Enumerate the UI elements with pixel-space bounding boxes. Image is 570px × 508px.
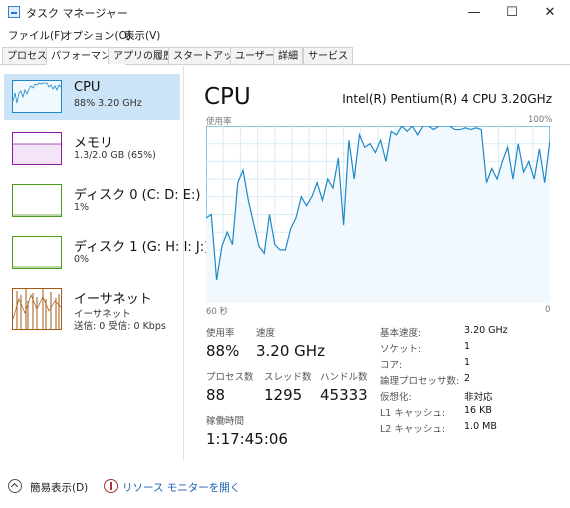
utilization-value: 88%	[206, 342, 240, 360]
footer: 簡易表示(D) リソース モニターを開く	[0, 476, 570, 498]
time-left-label: 60 秒	[206, 307, 229, 317]
spec-value: 16 KB	[464, 405, 492, 416]
page-title: CPU	[204, 84, 251, 110]
sidebar: CPU 88% 3.20 GHz メモリ 1.3/2.0 GB (65%) ディ…	[0, 66, 209, 461]
spec-label: 仮想化:	[380, 392, 412, 403]
uptime-label: 稼働時間	[206, 416, 245, 427]
spec-value: 1.0 MB	[464, 421, 497, 432]
menu-bar: ファイル(F) オプション(O) 表示(V)	[0, 26, 570, 44]
spec-value: 1	[464, 357, 471, 368]
speed-label: 速度	[256, 328, 276, 339]
handles-value: 45333	[320, 386, 368, 404]
max-label: 100%	[528, 115, 553, 125]
sidebar-item-disk-1[interactable]: ディスク 1 (G: H: I: J:) 0%	[4, 230, 209, 276]
threads-label: スレッド数	[264, 372, 312, 383]
tab-details[interactable]: 詳細	[273, 47, 303, 64]
sidebar-item-detail: 0%	[74, 254, 90, 265]
spec-label: コア:	[380, 360, 403, 371]
sidebar-item-detail-2: 送信: 0 受信: 0 Kbps	[74, 321, 166, 332]
spec-value: 2	[464, 373, 471, 384]
menu-file[interactable]: ファイル(F)	[8, 28, 64, 43]
minimize-button[interactable]: —	[456, 0, 492, 26]
speed-value: 3.20 GHz	[256, 342, 325, 360]
cpu-usage-graph	[206, 126, 550, 303]
tab-processes[interactable]: プロセス	[2, 47, 52, 64]
sidebar-item-name: CPU	[74, 80, 101, 95]
sidebar-item-detail: 88% 3.20 GHz	[74, 98, 142, 109]
menu-view[interactable]: 表示(V)	[124, 28, 160, 43]
spec-value: 非対応	[464, 392, 493, 403]
tab-services[interactable]: サービス	[303, 47, 353, 64]
task-manager-icon	[8, 6, 20, 18]
resource-monitor-link[interactable]: リソース モニターを開く	[122, 480, 240, 495]
disk-0-thumbnail	[12, 184, 62, 217]
ethernet-thumbnail	[12, 288, 62, 330]
tab-bar: プロセス パフォーマンス アプリの履歴 スタートアップ ユーザー 詳細 サービス	[0, 44, 570, 65]
sidebar-item-detail: 1.3/2.0 GB (65%)	[74, 150, 156, 161]
spec-label: 基本速度:	[380, 328, 422, 339]
close-button[interactable]: ✕	[532, 0, 568, 26]
resource-monitor-icon	[104, 479, 118, 493]
sidebar-item-disk-0[interactable]: ディスク 0 (C: D: E:) 1%	[4, 178, 200, 224]
sidebar-item-ethernet[interactable]: イーサネット イーサネット 送信: 0 受信: 0 Kbps	[4, 282, 180, 338]
spec-label: ソケット:	[380, 344, 422, 355]
sidebar-item-detail: 1%	[74, 202, 90, 213]
handles-label: ハンドル数	[320, 372, 368, 383]
sidebar-item-name: メモリ	[74, 136, 114, 151]
window-title: タスク マネージャー	[26, 7, 128, 20]
utilization-label: 使用率	[206, 328, 235, 339]
spec-label: L2 キャッシュ:	[380, 424, 446, 435]
sidebar-item-memory[interactable]: メモリ 1.3/2.0 GB (65%)	[4, 126, 180, 172]
time-right-label: 0	[545, 305, 551, 315]
cpu-thumbnail	[12, 80, 62, 113]
uptime-value: 1:17:45:06	[206, 430, 288, 448]
menu-options[interactable]: オプション(O)	[62, 28, 131, 43]
simple-view-link[interactable]: 簡易表示(D)	[30, 480, 88, 495]
chevron-up-icon[interactable]	[8, 479, 22, 493]
disk-1-thumbnail	[12, 236, 62, 269]
maximize-button[interactable]: ☐	[494, 0, 530, 26]
memory-thumbnail	[12, 132, 62, 165]
sidebar-item-name: ディスク 0 (C: D: E:)	[74, 188, 201, 203]
sidebar-item-name: ディスク 1 (G: H: I: J:)	[74, 240, 210, 255]
sidebar-item-name: イーサネット	[74, 292, 152, 307]
sidebar-item-cpu[interactable]: CPU 88% 3.20 GHz	[4, 74, 180, 120]
processes-label: プロセス数	[206, 372, 254, 383]
title-bar: タスク マネージャー — ☐ ✕	[0, 0, 570, 26]
spec-value: 3.20 GHz	[464, 325, 508, 336]
spec-label: L1 キャッシュ:	[380, 408, 446, 419]
spec-value: 1	[464, 341, 471, 352]
processes-value: 88	[206, 386, 226, 404]
threads-value: 1295	[264, 386, 303, 404]
cpu-model: Intel(R) Pentium(R) 4 CPU 3.20GHz	[342, 92, 552, 106]
spec-label: 論理プロセッサ数:	[380, 376, 460, 387]
